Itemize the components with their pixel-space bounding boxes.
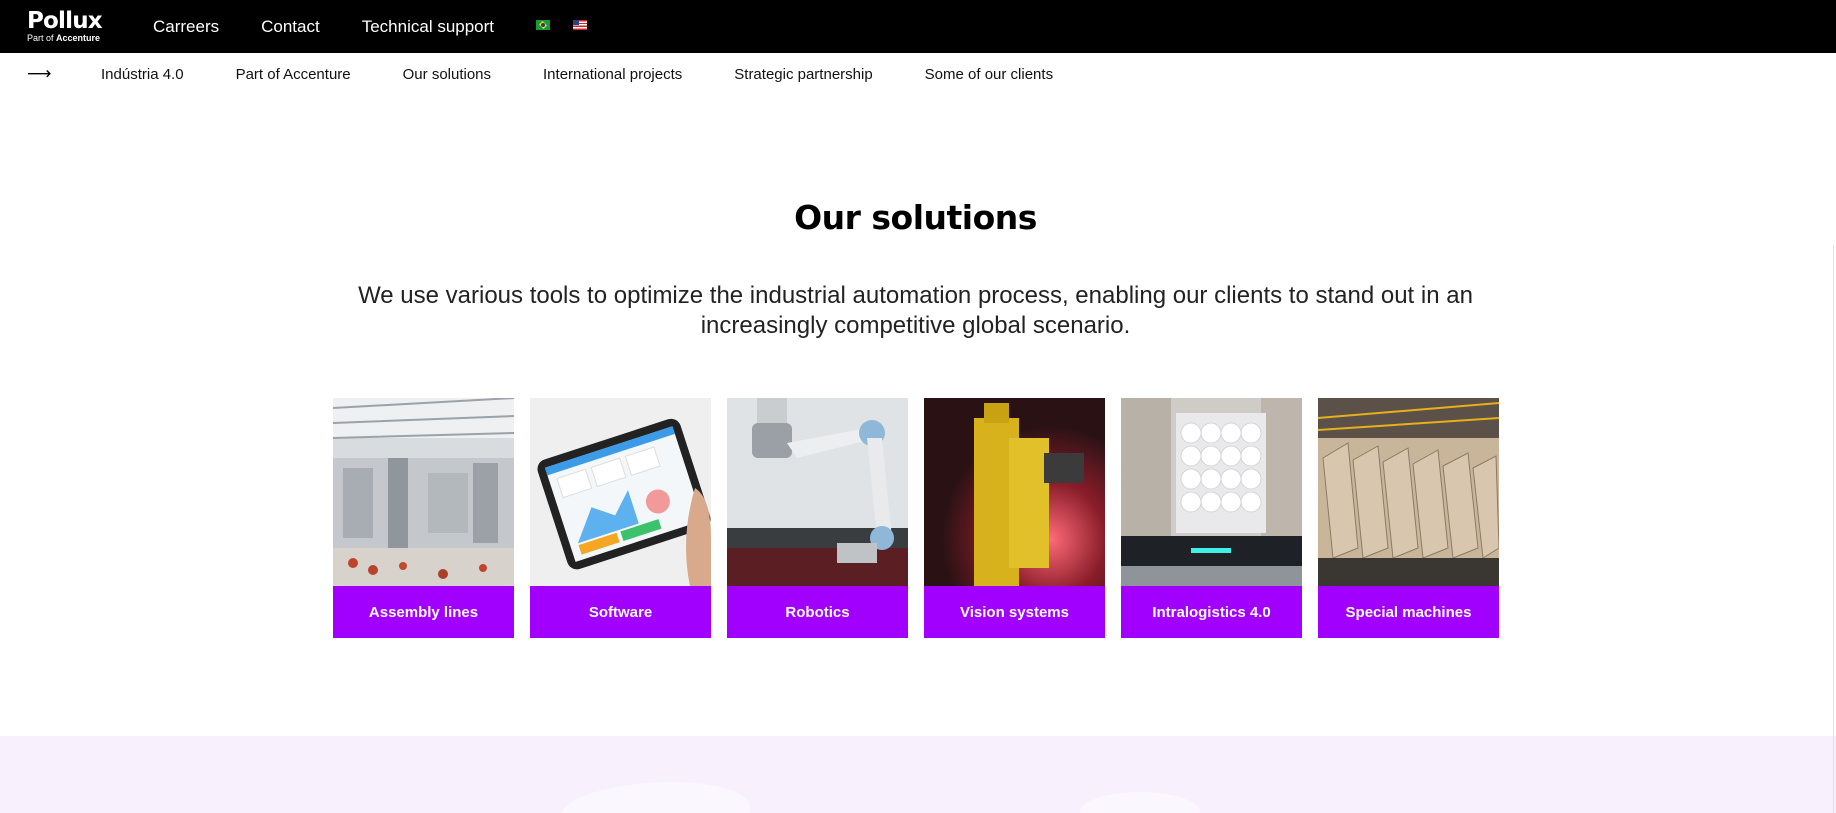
main-nav: Carreers Contact Technical support <box>153 0 536 53</box>
robot-arm-photo <box>727 398 908 586</box>
subnav-industria-link[interactable]: Indústria 4.0 <box>101 66 184 83</box>
card-label: Software <box>530 586 711 638</box>
brazil-flag-icon[interactable] <box>536 20 550 30</box>
solutions-cards: Assembly lines Software Robotics Vision … <box>333 398 1515 638</box>
subnav-solutions-link[interactable]: Our solutions <box>403 66 491 83</box>
subnav-accenture-link[interactable]: Part of Accenture <box>236 66 351 83</box>
solution-card-software[interactable]: Software <box>530 398 711 638</box>
section-title: Our solutions <box>794 198 1037 237</box>
solution-card-vision-systems[interactable]: Vision systems <box>924 398 1105 638</box>
subnav-items: Indústria 4.0 Part of Accenture Our solu… <box>101 53 1105 95</box>
decorative-shape <box>1080 792 1200 813</box>
card-label: Intralogistics 4.0 <box>1121 586 1302 638</box>
card-label: Special machines <box>1318 586 1499 638</box>
subnav-international-link[interactable]: International projects <box>543 66 682 83</box>
card-label: Assembly lines <box>333 586 514 638</box>
solution-card-assembly-lines[interactable]: Assembly lines <box>333 398 514 638</box>
logo-name: Pollux <box>27 8 103 34</box>
solution-card-intralogistics[interactable]: Intralogistics 4.0 <box>1121 398 1302 638</box>
nav-careers-link[interactable]: Carreers <box>153 17 219 37</box>
camera-sensor-photo <box>924 398 1105 586</box>
arrow-right-icon[interactable]: ⟶ <box>27 65 51 83</box>
agv-warehouse-photo <box>1121 398 1302 586</box>
production-line-photo <box>1318 398 1499 586</box>
solution-card-special-machines[interactable]: Special machines <box>1318 398 1499 638</box>
subnav-clients-link[interactable]: Some of our clients <box>925 66 1053 83</box>
top-navbar: Pollux Part of Accenture Carreers Contac… <box>0 0 1836 53</box>
logo-subtitle: Part of Accenture <box>27 33 101 43</box>
next-section-band <box>0 736 1836 813</box>
subnav-partnership-link[interactable]: Strategic partnership <box>734 66 872 83</box>
nav-contact-link[interactable]: Contact <box>261 17 320 37</box>
tablet-dashboard-photo <box>530 398 711 586</box>
nav-technical-support-link[interactable]: Technical support <box>362 17 494 37</box>
scrollbar[interactable] <box>1833 245 1834 813</box>
factory-floor-photo <box>333 398 514 586</box>
section-intro: We use various tools to optimize the ind… <box>358 282 1473 339</box>
usa-flag-icon[interactable] <box>573 20 587 30</box>
decorative-shape <box>560 782 750 813</box>
card-label: Robotics <box>727 586 908 638</box>
section-subnav: ⟶ Indústria 4.0 Part of Accenture Our so… <box>0 53 1836 95</box>
solution-card-robotics[interactable]: Robotics <box>727 398 908 638</box>
pollux-logo[interactable]: Pollux Part of Accenture <box>27 8 103 44</box>
card-label: Vision systems <box>924 586 1105 638</box>
